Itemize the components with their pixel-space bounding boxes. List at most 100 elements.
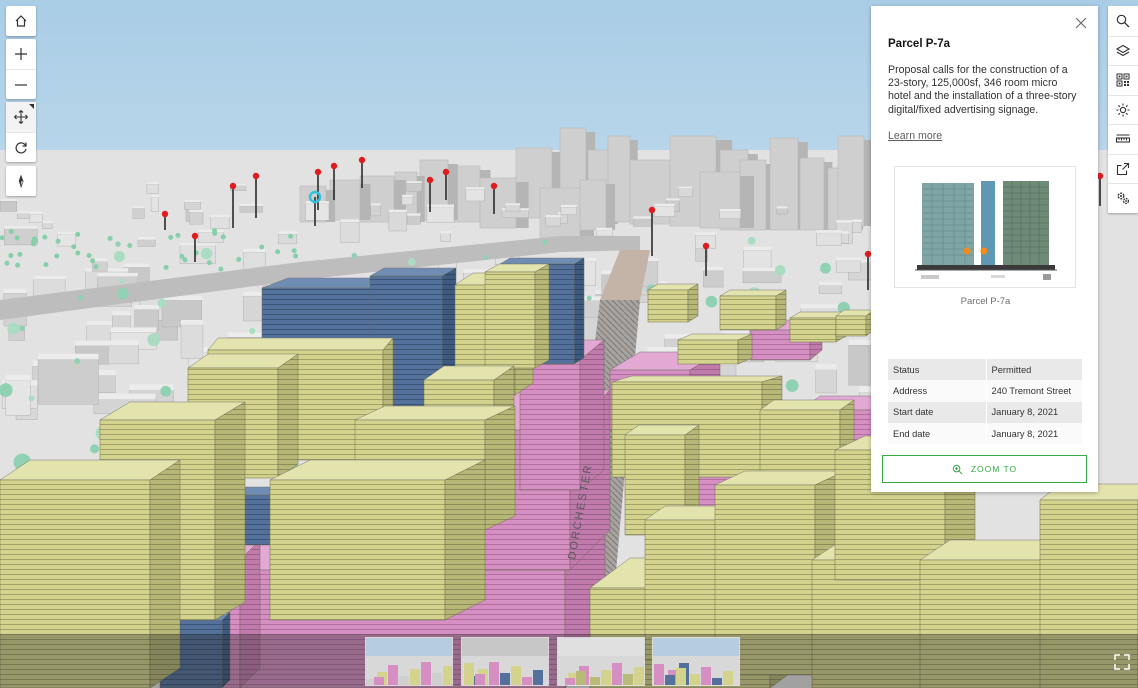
project-pin[interactable] (426, 176, 434, 184)
attribute-key: End date (888, 422, 987, 445)
project-pin[interactable] (648, 206, 656, 214)
context-building (134, 309, 159, 331)
tree (259, 244, 265, 250)
rotate-button[interactable] (6, 132, 36, 162)
context-building (29, 213, 43, 223)
context-building (370, 205, 381, 217)
tree (42, 234, 48, 240)
project-pin[interactable] (161, 210, 169, 218)
context-roof (278, 231, 297, 235)
slide-thumbnail[interactable] (461, 637, 549, 686)
measure-button[interactable] (1108, 124, 1138, 154)
fullscreen-icon[interactable] (1112, 652, 1132, 672)
tree (206, 260, 212, 266)
yellow-block-distant[interactable] (647, 283, 699, 323)
zoom-in-button[interactable] (6, 39, 36, 69)
attribute-value: 240 Tremont Street (986, 380, 1082, 402)
popup-description: Proposal calls for the construction of a… (888, 64, 1077, 116)
yellow-tower-front-center[interactable] (269, 459, 486, 621)
tree (31, 241, 37, 247)
tree (291, 248, 297, 254)
context-roof (836, 257, 861, 261)
yellow-block-distant[interactable] (677, 333, 753, 365)
project-pin[interactable] (702, 242, 710, 250)
context-building (545, 217, 561, 227)
context-roof (370, 203, 381, 206)
popup-media-image[interactable] (894, 166, 1076, 288)
project-pin[interactable] (229, 182, 237, 190)
context-building (401, 196, 414, 205)
context-roof (776, 206, 788, 209)
context-roof (189, 209, 204, 213)
context-building (150, 197, 159, 212)
slide-thumbnail[interactable] (557, 637, 645, 686)
yellow-tower-north-2[interactable] (484, 263, 550, 369)
tree (705, 295, 718, 308)
project-pin[interactable] (358, 156, 366, 164)
tree (14, 235, 20, 241)
project-pin[interactable] (191, 232, 199, 240)
context-building (37, 359, 99, 405)
tree (43, 262, 49, 268)
context-building (678, 188, 693, 197)
project-pin[interactable] (442, 168, 450, 176)
slide-preview (366, 638, 452, 685)
zoom-out-button[interactable] (6, 69, 36, 99)
layers-button[interactable] (1108, 35, 1138, 66)
learn-more-link[interactable]: Learn more (888, 130, 942, 142)
pan-button[interactable] (6, 102, 36, 132)
image-caption: Parcel P-7a (960, 296, 1011, 307)
thumb-building (690, 674, 700, 685)
attribute-value: January 8, 2021 (986, 422, 1082, 445)
tree (19, 325, 25, 332)
tree (288, 233, 294, 239)
tree (90, 258, 96, 264)
building-roof (611, 375, 783, 383)
thumb-building (388, 665, 398, 685)
slide-thumbnail[interactable] (365, 637, 453, 686)
context-roof (33, 275, 66, 280)
context-building (146, 183, 159, 194)
search-button[interactable] (1108, 6, 1138, 36)
slide-thumbnail[interactable] (652, 637, 740, 686)
thumb-building (723, 671, 733, 685)
project-pin[interactable] (314, 168, 322, 176)
building-side (775, 289, 787, 331)
yellow-block-distant[interactable] (719, 289, 787, 331)
daylight-button[interactable] (1108, 94, 1138, 125)
context-building (719, 211, 741, 219)
context-roof (678, 186, 693, 189)
tree (351, 252, 358, 259)
project-pin[interactable] (252, 172, 260, 180)
close-icon[interactable] (1074, 16, 1088, 30)
home-button[interactable] (6, 6, 36, 36)
context-building (184, 201, 201, 210)
zoom-to-button[interactable]: ZOOM TO (882, 455, 1087, 483)
tree (74, 358, 81, 364)
compass-button[interactable] (6, 166, 36, 196)
context-roof (815, 364, 837, 370)
settings-button[interactable] (1108, 183, 1138, 213)
context-roof (426, 204, 455, 207)
qr-code-button[interactable] (1108, 65, 1138, 95)
context-building (776, 208, 788, 215)
context-roof (401, 194, 413, 197)
yellow-block-distant[interactable] (835, 309, 875, 337)
thumb-building (489, 662, 499, 685)
compass-group (6, 166, 36, 196)
context-roof (719, 209, 741, 212)
tree (15, 262, 21, 268)
tree (220, 234, 226, 240)
context-roof (695, 232, 716, 236)
project-pin[interactable] (490, 182, 498, 190)
home-tool-group (6, 6, 36, 36)
slides-strip (0, 634, 1138, 688)
building-roof (207, 337, 394, 351)
context-tower (579, 179, 607, 231)
share-button[interactable] (1108, 153, 1138, 184)
slide-preview (558, 638, 644, 685)
building-side (444, 459, 486, 621)
tree (147, 333, 161, 347)
project-pin[interactable] (330, 162, 338, 170)
thumb-building (654, 664, 664, 685)
